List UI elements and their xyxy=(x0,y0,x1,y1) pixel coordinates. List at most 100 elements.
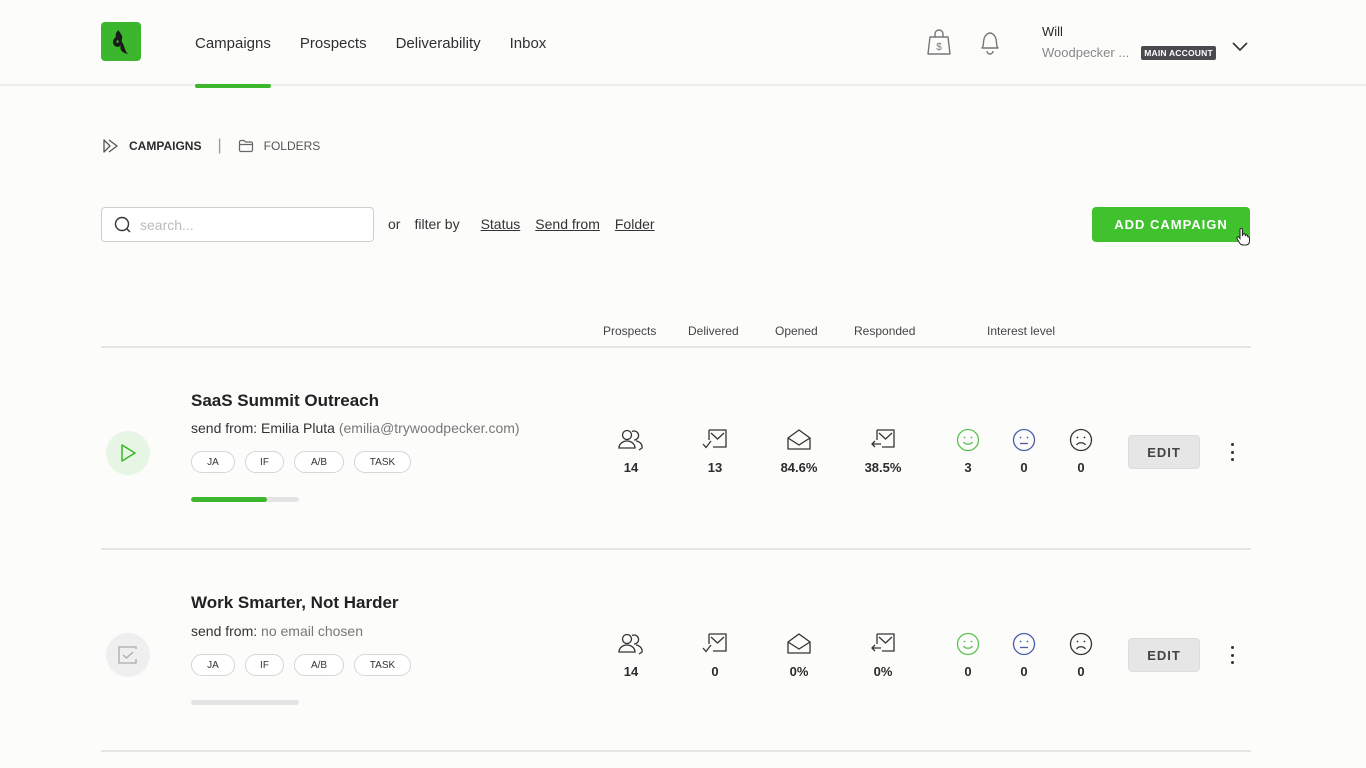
tag-ab[interactable]: A/B xyxy=(294,654,344,676)
campaign-tags: JA IF A/B TASK xyxy=(191,654,421,676)
mail-delivered-icon xyxy=(702,633,727,653)
more-options-icon[interactable] xyxy=(1224,643,1240,667)
campaign-status-running[interactable] xyxy=(106,431,150,475)
chevron-down-icon[interactable] xyxy=(1231,40,1249,52)
users-icon xyxy=(618,633,643,655)
metric-delivered: 0 xyxy=(685,632,745,679)
tag-task[interactable]: TASK xyxy=(354,654,411,676)
filter-bar: or filter by Status Send from Folder xyxy=(388,216,670,232)
nav-inbox[interactable]: Inbox xyxy=(510,0,547,86)
breadcrumb-folders[interactable]: FOLDERS xyxy=(238,139,321,153)
edit-campaign-button[interactable]: EDIT xyxy=(1128,638,1200,672)
delivered-value: 13 xyxy=(707,460,723,475)
responded-value: 38.5% xyxy=(864,460,902,475)
users-icon xyxy=(618,429,643,451)
woodpecker-logo[interactable] xyxy=(101,22,141,61)
svg-text:$: $ xyxy=(936,42,942,53)
sender-name: Emilia Pluta xyxy=(261,420,335,436)
search-box[interactable] xyxy=(101,207,374,242)
send-from-label: send from: xyxy=(191,623,258,639)
sad-face-icon xyxy=(1069,632,1093,656)
metric-interested: 0 xyxy=(938,632,998,679)
edit-campaign-button[interactable]: EDIT xyxy=(1128,435,1200,469)
metric-not-interested: 0 xyxy=(1051,632,1111,679)
metric-prospects: 14 xyxy=(601,428,661,475)
smile-face-icon xyxy=(956,632,980,656)
campaign-progress-bar xyxy=(191,700,299,705)
mail-reply-icon xyxy=(871,429,895,448)
filter-send-from-link[interactable]: Send from xyxy=(535,216,600,232)
metric-responded: 0% xyxy=(853,632,913,679)
delivered-value: 0 xyxy=(711,664,719,679)
opened-value: 0% xyxy=(789,664,809,679)
filter-folder-link[interactable]: Folder xyxy=(615,216,655,232)
campaign-sender: send from: Emilia Pluta (emilia@trywoodp… xyxy=(191,420,520,436)
tag-if[interactable]: IF xyxy=(245,654,284,676)
interested-value: 0 xyxy=(964,664,972,679)
tag-ab[interactable]: A/B xyxy=(294,451,344,473)
search-input[interactable] xyxy=(140,216,360,233)
neutral-face-icon xyxy=(1012,428,1036,452)
checkbox-check-icon xyxy=(118,646,137,664)
metric-prospects: 14 xyxy=(601,632,661,679)
column-header-interest-level: Interest level xyxy=(987,324,1056,338)
send-from-label: send from: xyxy=(191,420,258,436)
tag-if[interactable]: IF xyxy=(245,451,284,473)
mail-reply-icon xyxy=(871,633,895,652)
sender-email: (emilia@trywoodpecker.com) xyxy=(338,420,520,436)
campaign-title[interactable]: SaaS Summit Outreach xyxy=(191,391,379,411)
user-org: Woodpecker ... xyxy=(1042,45,1130,60)
campaign-status-draft[interactable] xyxy=(106,633,150,677)
responded-value: 0% xyxy=(873,664,893,679)
not-interested-value: 0 xyxy=(1077,664,1085,679)
breadcrumb-folders-label: FOLDERS xyxy=(263,139,321,153)
user-menu[interactable]: Will Woodpecker ... MAIN ACCOUNT xyxy=(1042,24,1216,60)
tag-ja[interactable]: JA xyxy=(191,451,235,473)
interested-value: 3 xyxy=(964,460,972,475)
add-campaign-button[interactable]: ADD CAMPAIGN xyxy=(1092,207,1250,242)
breadcrumb-campaigns[interactable]: CAMPAIGNS xyxy=(103,139,201,153)
mail-open-icon xyxy=(787,633,811,654)
campaign-sender: send from: no email chosen xyxy=(191,623,363,639)
main-nav: Campaigns Prospects Deliverability Inbox xyxy=(195,0,575,88)
double-play-icon xyxy=(103,139,118,153)
shopping-bag-dollar-icon[interactable]: $ xyxy=(926,28,952,56)
top-header: Campaigns Prospects Deliverability Inbox… xyxy=(0,0,1366,88)
nav-prospects[interactable]: Prospects xyxy=(300,0,367,86)
metric-opened: 84.6% xyxy=(769,428,829,475)
breadcrumb: CAMPAIGNS | FOLDERS xyxy=(103,137,320,155)
prospects-value: 14 xyxy=(623,460,639,475)
maybe-value: 0 xyxy=(1020,664,1028,679)
filter-status-link[interactable]: Status xyxy=(481,216,521,232)
nav-deliverability[interactable]: Deliverability xyxy=(396,0,481,86)
user-name: Will xyxy=(1042,24,1063,39)
prospects-value: 14 xyxy=(623,664,639,679)
metric-not-interested: 0 xyxy=(1051,428,1111,475)
breadcrumb-separator: | xyxy=(217,137,222,154)
account-badge: MAIN ACCOUNT xyxy=(1141,45,1216,60)
woodpecker-bird-icon xyxy=(112,29,128,54)
not-interested-value: 0 xyxy=(1077,460,1085,475)
opened-value: 84.6% xyxy=(780,460,818,475)
metric-maybe: 0 xyxy=(994,428,1054,475)
filter-by-label: filter by xyxy=(414,216,460,232)
bell-icon[interactable] xyxy=(977,28,1003,56)
metric-opened: 0% xyxy=(769,632,829,679)
tag-ja[interactable]: JA xyxy=(191,654,235,676)
search-icon xyxy=(114,216,131,232)
campaign-progress-fill xyxy=(191,497,267,502)
neutral-face-icon xyxy=(1012,632,1036,656)
campaign-row: Work Smarter, Not Harder send from: no e… xyxy=(0,550,1366,750)
play-icon xyxy=(121,444,136,462)
more-options-icon[interactable] xyxy=(1224,440,1240,464)
or-label: or xyxy=(388,216,401,232)
maybe-value: 0 xyxy=(1020,460,1028,475)
campaign-title[interactable]: Work Smarter, Not Harder xyxy=(191,593,399,613)
smile-face-icon xyxy=(956,428,980,452)
mail-delivered-icon xyxy=(702,429,727,449)
metric-delivered: 13 xyxy=(685,428,745,475)
nav-campaigns[interactable]: Campaigns xyxy=(195,0,271,88)
mail-open-icon xyxy=(787,429,811,450)
tag-task[interactable]: TASK xyxy=(354,451,411,473)
metric-maybe: 0 xyxy=(994,632,1054,679)
